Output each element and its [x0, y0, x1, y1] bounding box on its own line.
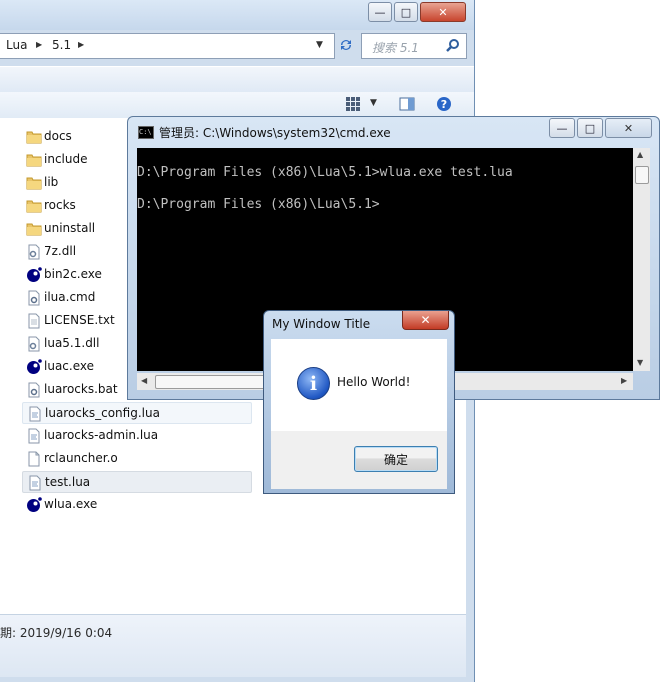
modified-date-text: 期: 2019/9/16 0:04 [0, 626, 113, 640]
cmd-maximize-button[interactable]: □ [577, 118, 603, 138]
explorer-command-bar: ▼ ? [0, 92, 474, 119]
breadcrumb-arrow-icon[interactable]: ▶ [36, 40, 42, 49]
refresh-icon[interactable] [336, 34, 356, 56]
message-box-body: i Hello World! 确定 [271, 339, 447, 489]
cmd-app-icon: C:\ [138, 126, 154, 139]
file-name: luac.exe [44, 359, 94, 373]
text-file-icon [26, 313, 42, 329]
breadcrumb-arrow-icon[interactable]: ▶ [78, 40, 84, 49]
scroll-left-icon[interactable]: ◀ [141, 376, 147, 385]
file-name: uninstall [44, 221, 96, 235]
file-name: luarocks-admin.lua [44, 428, 159, 442]
details-pane: 期: 2019/9/16 0:04 [0, 614, 466, 677]
explorer-titlebar[interactable]: — □ ✕ [0, 0, 474, 30]
message-box-title: My Window Title [272, 317, 371, 331]
view-options-icon[interactable] [345, 96, 361, 115]
dll-file-icon [26, 336, 42, 352]
svg-text:?: ? [441, 98, 447, 111]
file-item[interactable]: rclauncher.o [22, 448, 252, 470]
view-dropdown-icon[interactable]: ▼ [370, 98, 377, 108]
file-name: 7z.dll [44, 244, 77, 258]
lua-file-icon [27, 475, 43, 491]
file-name: docs [44, 129, 72, 143]
close-button[interactable]: ✕ [420, 2, 466, 22]
message-box-window[interactable]: My Window Title ✕ i Hello World! 确定 [263, 310, 455, 494]
file-item[interactable]: luarocks-admin.lua [22, 425, 252, 447]
file-name: include [44, 152, 88, 166]
ok-button[interactable]: 确定 [354, 446, 438, 472]
file-item[interactable]: luarocks_config.lua [22, 402, 252, 424]
file-name: bin2c.exe [44, 267, 102, 281]
console-line: D:\Program Files (x86)\Lua\5.1>wlua.exe … [137, 165, 513, 180]
preview-pane-icon[interactable] [399, 96, 415, 115]
scroll-down-icon[interactable]: ▼ [637, 358, 643, 367]
file-item[interactable]: wlua.exe [22, 494, 252, 516]
folder-icon [26, 129, 42, 145]
file-name: lib [44, 175, 59, 189]
message-box-close-button[interactable]: ✕ [402, 311, 449, 330]
minimize-button[interactable]: — [368, 2, 392, 22]
vertical-scroll-thumb[interactable] [635, 166, 649, 184]
lua-exe-icon [26, 359, 42, 375]
maximize-button[interactable]: □ [394, 2, 418, 22]
folder-icon [26, 221, 42, 237]
folder-icon [26, 152, 42, 168]
search-icon[interactable] [446, 38, 460, 55]
lua-file-icon [26, 428, 42, 444]
breadcrumb-lua[interactable]: Lua [6, 38, 27, 52]
cmd-minimize-button[interactable]: — [549, 118, 575, 138]
help-icon[interactable]: ? [436, 96, 452, 115]
scroll-up-icon[interactable]: ▲ [637, 150, 643, 159]
explorer-toolbar [0, 66, 474, 94]
file-name: luarocks.bat [44, 382, 118, 396]
lua-exe-icon [26, 267, 42, 283]
batch-file-icon [26, 382, 42, 398]
address-dropdown-icon[interactable]: ▼ [316, 40, 323, 50]
file-name: rclauncher.o [44, 451, 118, 465]
message-box-footer: 确定 [271, 431, 447, 489]
info-icon: i [297, 367, 330, 400]
cmd-close-button[interactable]: ✕ [605, 118, 652, 138]
file-name: luarocks_config.lua [45, 406, 160, 420]
file-name: test.lua [45, 475, 91, 489]
vertical-scrollbar[interactable]: ▲ ▼ [633, 148, 650, 371]
file-name: ilua.cmd [44, 290, 96, 304]
cmd-file-icon [26, 290, 42, 306]
address-bar[interactable]: Lua ▶ 5.1 ▶ ▼ [0, 33, 335, 59]
horizontal-scroll-thumb[interactable] [155, 375, 277, 389]
file-name: LICENSE.txt [44, 313, 115, 327]
console-line: D:\Program Files (x86)\Lua\5.1> [137, 197, 380, 212]
file-name: wlua.exe [44, 497, 98, 511]
generic-file-icon [26, 451, 42, 467]
search-input[interactable]: 搜索 5.1 [361, 33, 467, 59]
search-placeholder: 搜索 5.1 [372, 41, 419, 55]
message-text: Hello World! [337, 375, 411, 389]
cmd-title: 管理员: C:\Windows\system32\cmd.exe [159, 126, 391, 140]
lua-file-icon [27, 406, 43, 422]
file-name: rocks [44, 198, 76, 212]
folder-icon [26, 198, 42, 214]
file-item[interactable]: test.lua [22, 471, 252, 493]
lua-exe-icon [26, 497, 42, 513]
dll-file-icon [26, 244, 42, 260]
file-name: lua5.1.dll [44, 336, 100, 350]
folder-icon [26, 175, 42, 191]
breadcrumb-5-1[interactable]: 5.1 [52, 38, 71, 52]
scroll-right-icon[interactable]: ▶ [621, 376, 627, 385]
